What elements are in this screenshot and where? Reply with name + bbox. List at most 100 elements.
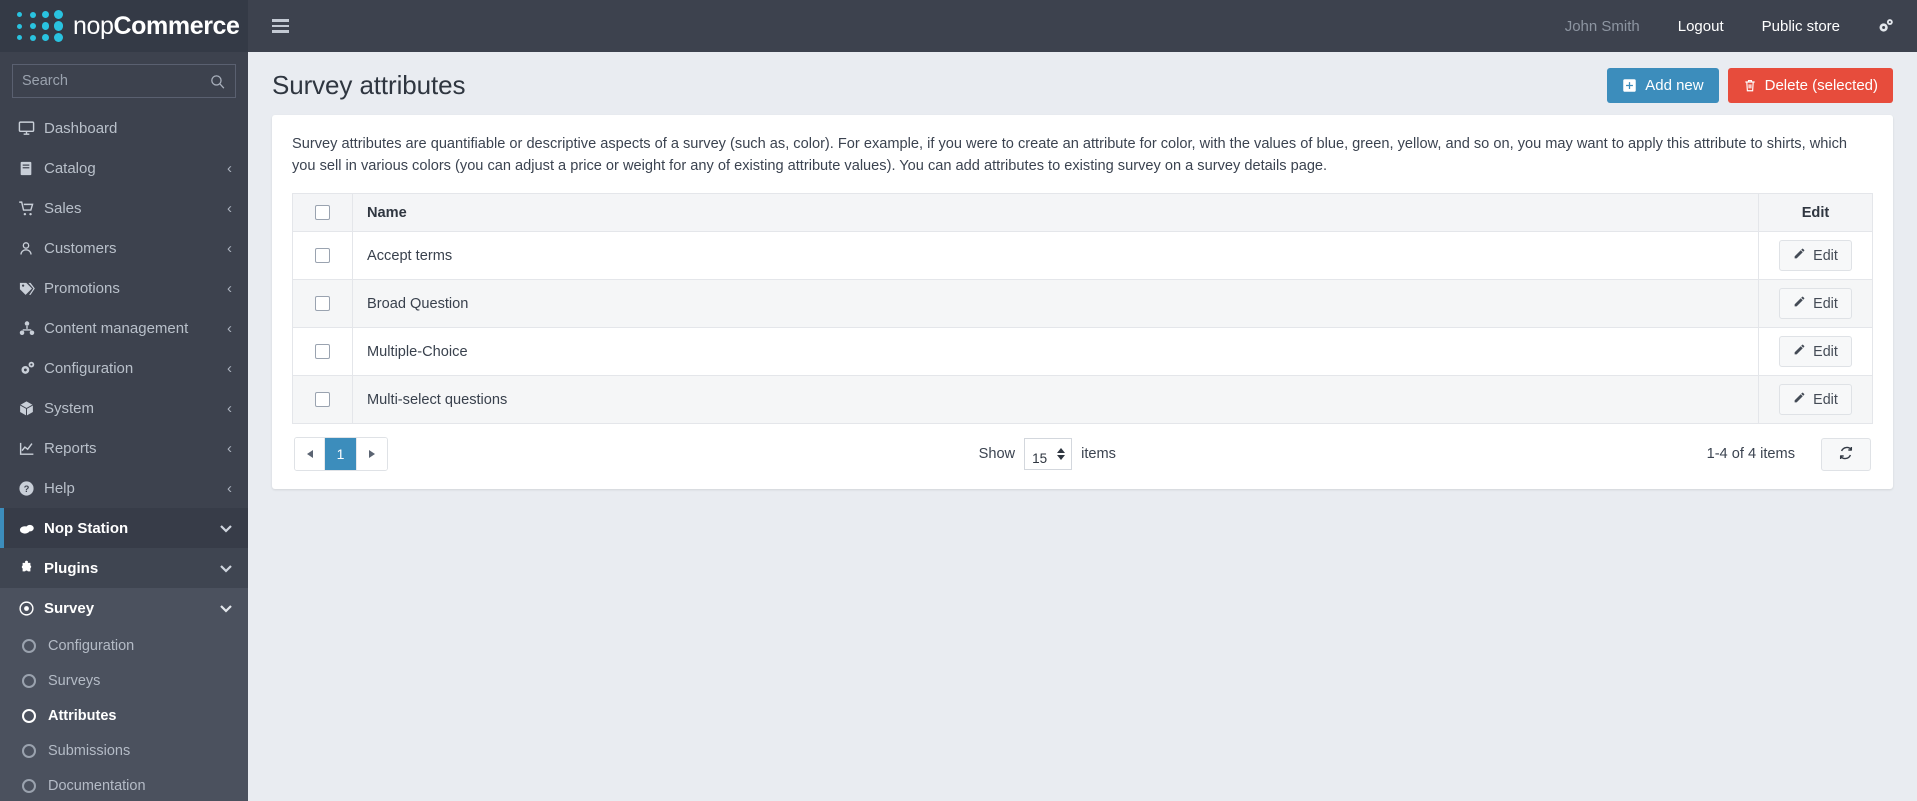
chart-line-icon <box>18 440 44 457</box>
row-edit-cell: Edit <box>1758 375 1873 425</box>
sidebar-item-surveys[interactable]: Surveys <box>0 663 248 698</box>
book-icon <box>18 160 44 177</box>
svg-text:?: ? <box>24 484 30 494</box>
gears-icon[interactable] <box>1876 17 1895 35</box>
sidebar-item-dashboard[interactable]: Dashboard <box>0 108 248 148</box>
edit-button-label: Edit <box>1813 247 1838 264</box>
triangle-right-icon <box>369 450 375 459</box>
row-select-cell <box>292 279 353 329</box>
puzzle-piece-icon <box>18 560 44 577</box>
logout-link[interactable]: Logout <box>1678 18 1724 35</box>
chevron-left-icon: ‹ <box>227 199 232 217</box>
row-edit-cell: Edit <box>1758 279 1873 329</box>
page-title: Survey attributes <box>272 70 466 100</box>
delete-selected-button[interactable]: Delete (selected) <box>1727 68 1893 103</box>
spinner-chevrons-icon <box>1057 448 1066 461</box>
triangle-left-icon <box>306 450 313 459</box>
search-box[interactable] <box>12 64 236 98</box>
sidebar-item-survey[interactable]: Survey <box>0 588 248 628</box>
pencil-icon <box>1793 343 1806 360</box>
column-header-name: Name <box>352 193 1759 233</box>
sidebar-item-plugins[interactable]: Plugins <box>0 548 248 588</box>
row-checkbox[interactable] <box>315 392 330 408</box>
sidebar-item-label: Content management <box>44 319 189 337</box>
pencil-icon <box>1793 295 1806 312</box>
row-checkbox[interactable] <box>315 248 330 264</box>
public-store-link[interactable]: Public store <box>1762 18 1840 35</box>
admin-app: nopCommerce Dashboard <box>0 0 1917 801</box>
row-select-cell <box>292 327 353 377</box>
items-label: items <box>1081 446 1116 463</box>
sidebar-item-label: Surveys <box>48 672 101 689</box>
sidebar-item-content-management[interactable]: Content management ‹ <box>0 308 248 348</box>
sidebar-item-label: Dashboard <box>44 119 118 137</box>
select-all-checkbox[interactable] <box>315 205 330 221</box>
sidebar-item-sales[interactable]: Sales ‹ <box>0 188 248 228</box>
search-icon <box>209 73 226 90</box>
pagination-prev[interactable] <box>295 438 325 471</box>
sidebar-item-label: System <box>44 399 95 417</box>
sidebar-item-survey-configuration[interactable]: Configuration <box>0 628 248 663</box>
sidebar-item-label: Help <box>44 479 75 497</box>
sidebar-item-system[interactable]: System ‹ <box>0 388 248 428</box>
sidebar-item-documentation[interactable]: Documentation <box>0 768 248 801</box>
row-name: Multiple-Choice <box>352 327 1759 377</box>
circle-icon <box>22 778 48 793</box>
sidebar-nav: Dashboard Catalog ‹ Sales ‹ Customers ‹ … <box>0 108 248 801</box>
cube-icon <box>18 400 44 417</box>
page-header: Survey attributes Add new Delete (select… <box>248 52 1917 115</box>
edit-button[interactable]: Edit <box>1779 288 1852 320</box>
chevron-left-icon: ‹ <box>227 359 232 377</box>
sidebar-item-label: Nop Station <box>44 519 129 537</box>
edit-button[interactable]: Edit <box>1779 240 1852 272</box>
sidebar-item-customers[interactable]: Customers ‹ <box>0 228 248 268</box>
edit-button[interactable]: Edit <box>1779 384 1852 416</box>
chevron-left-icon: ‹ <box>227 479 232 497</box>
table-row[interactable]: Accept terms Edit <box>292 231 1873 281</box>
sidebar-item-label: Attributes <box>48 707 117 724</box>
sidebar: nopCommerce Dashboard <box>0 0 248 801</box>
sidebar-search <box>0 52 248 108</box>
page-description: Survey attributes are quantifiable or de… <box>292 136 1848 175</box>
refresh-button[interactable] <box>1821 437 1871 471</box>
row-checkbox[interactable] <box>315 344 330 360</box>
topbar: John Smith Logout Public store <box>248 0 1917 52</box>
sidebar-item-promotions[interactable]: Promotions ‹ <box>0 268 248 308</box>
chevron-left-icon: ‹ <box>227 399 232 417</box>
user-icon <box>18 240 44 257</box>
search-input[interactable] <box>22 73 209 89</box>
sidebar-item-configuration[interactable]: Configuration ‹ <box>0 348 248 388</box>
row-name: Broad Question <box>352 279 1759 329</box>
pagination-page-1[interactable]: 1 <box>325 438 357 471</box>
add-new-label: Add new <box>1645 77 1704 94</box>
pagination-next[interactable] <box>357 438 387 471</box>
circle-icon <box>22 673 48 688</box>
sidebar-item-attributes[interactable]: Attributes <box>0 698 248 733</box>
delete-selected-label: Delete (selected) <box>1764 77 1878 94</box>
sidebar-item-submissions[interactable]: Submissions <box>0 733 248 768</box>
content-panel: Survey attributes are quantifiable or de… <box>272 115 1893 490</box>
table-row[interactable]: Multiple-Choice Edit <box>292 327 1873 377</box>
sidebar-item-nop-station[interactable]: Nop Station <box>0 508 248 548</box>
table-row[interactable]: Broad Question Edit <box>292 279 1873 329</box>
circle-icon <box>22 743 48 758</box>
table-row[interactable]: Multi-select questions Edit <box>292 375 1873 425</box>
show-label: Show <box>978 446 1016 463</box>
brand-logo[interactable]: nopCommerce <box>0 0 248 52</box>
sidebar-item-label: Submissions <box>48 742 131 759</box>
sidebar-item-label: Sales <box>44 199 82 217</box>
hamburger-icon[interactable] <box>270 15 291 37</box>
brand-name-light: nop <box>73 11 114 40</box>
edit-button[interactable]: Edit <box>1779 336 1852 368</box>
sidebar-item-reports[interactable]: Reports ‹ <box>0 428 248 468</box>
add-new-button[interactable]: Add new <box>1607 68 1719 103</box>
gears-icon <box>18 360 44 377</box>
page-size-select[interactable]: 15 <box>1024 438 1073 471</box>
brand-name: nopCommerce <box>73 11 240 40</box>
chevron-left-icon: ‹ <box>227 439 232 457</box>
row-checkbox[interactable] <box>315 296 330 312</box>
sidebar-item-label: Catalog <box>44 159 96 177</box>
sidebar-item-catalog[interactable]: Catalog ‹ <box>0 148 248 188</box>
sidebar-item-help[interactable]: ? Help ‹ <box>0 468 248 508</box>
sidebar-item-label: Reports <box>44 439 97 457</box>
